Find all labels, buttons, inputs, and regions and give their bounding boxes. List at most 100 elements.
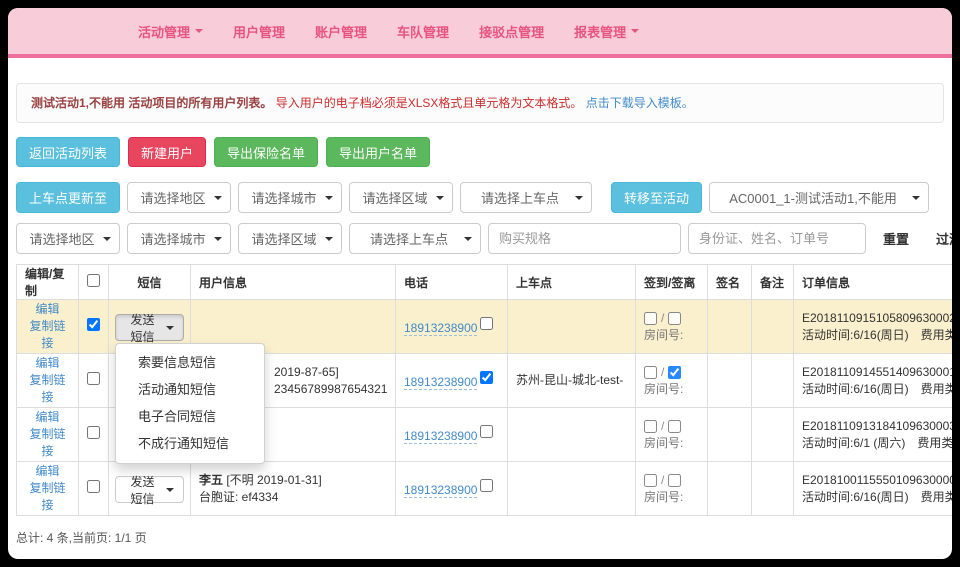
phone-checkbox[interactable] <box>480 425 493 438</box>
phone-link[interactable]: 18913238900 <box>404 429 477 444</box>
order-number: E20181109131841096300031 <box>802 418 952 435</box>
remark-cell <box>752 354 794 408</box>
order-detail: 活动时间:6/16(周日) 费用类型 <box>802 489 952 506</box>
caret-down-icon <box>166 326 174 330</box>
checkin-checkbox[interactable] <box>644 474 657 487</box>
filter-region-select[interactable]: 请选择地区 <box>16 223 120 254</box>
menu-item-econtract-sms[interactable]: 电子合同短信 <box>116 404 264 431</box>
send-sms-button[interactable]: 发送短信 <box>115 476 184 503</box>
edit-link[interactable]: 编辑 <box>25 409 70 426</box>
send-sms-button[interactable]: 发送短信 <box>115 314 184 341</box>
phone-checkbox[interactable] <box>480 317 493 330</box>
info-alert: 测试活动1,不能用 活动项目的所有用户列表。 导入用户的电子档必须是XLSX格式… <box>16 83 944 123</box>
reset-button[interactable]: 重置 <box>873 223 919 254</box>
menu-item-request-info-sms[interactable]: 索要信息短信 <box>116 350 264 377</box>
remark-cell <box>752 462 794 516</box>
filter-button[interactable]: 过滤 <box>926 223 952 254</box>
copy-link[interactable]: 复制链接 <box>25 480 70 514</box>
caret-down-icon <box>912 196 920 200</box>
transfer-to-activity-button[interactable]: 转移至活动 <box>611 182 702 213</box>
sms-dropdown-menu: 索要信息短信 活动通知短信 电子合同短信 不成行通知短信 <box>115 343 265 464</box>
caret-down-icon <box>631 29 639 33</box>
alert-title: 测试活动1,不能用 活动项目的所有用户列表。 <box>31 96 272 110</box>
boarding-point-cell: 苏州-昆山-城北-test- <box>508 354 636 408</box>
room-number-label: 房间号: <box>644 327 699 344</box>
header-user-info: 用户信息 <box>191 265 396 300</box>
checkin-checkbox[interactable] <box>644 420 657 433</box>
filter-district-select[interactable]: 请选择区域 <box>238 223 342 254</box>
signature-cell <box>708 354 752 408</box>
row-checkbox[interactable] <box>87 318 100 331</box>
caret-down-icon <box>103 237 111 241</box>
update-boarding-point-button[interactable]: 上车点更新至 <box>16 182 120 213</box>
header-edit-copy: 编辑/复制 <box>17 265 79 300</box>
row-checkbox[interactable] <box>87 480 100 493</box>
row-checkbox[interactable] <box>87 426 100 439</box>
new-user-button[interactable]: 新建用户 <box>128 137 206 167</box>
copy-link[interactable]: 复制链接 <box>25 318 70 352</box>
purchase-spec-input[interactable] <box>488 223 681 254</box>
copy-link[interactable]: 复制链接 <box>25 426 70 460</box>
back-to-activity-list-button[interactable]: 返回活动列表 <box>16 137 120 167</box>
target-activity-select[interactable]: AC0001_1-测试活动1,不能用 <box>709 182 929 213</box>
table-row: 编辑复制链接 发送短信 李五 [不明 2019-01-31]台胞证: ef433… <box>17 462 953 516</box>
checkout-checkbox[interactable] <box>668 366 681 379</box>
table-header-row: 编辑/复制 短信 用户信息 电话 上车点 签到/签离 签名 备注 订单信息 <box>17 265 953 300</box>
boarding-update-bar: 上车点更新至 请选择地区 请选择城市 请选择区域 请选择上车点 转移至活动 AC… <box>16 182 952 213</box>
download-template-link[interactable]: 点击下载导入模板。 <box>586 96 694 110</box>
phone-link[interactable]: 18913238900 <box>404 321 477 336</box>
region-select[interactable]: 请选择地区 <box>127 182 231 213</box>
room-number-label: 房间号: <box>644 435 699 452</box>
header-phone: 电话 <box>396 265 508 300</box>
checkout-checkbox[interactable] <box>668 312 681 325</box>
phone-link[interactable]: 18913238900 <box>404 483 477 498</box>
caret-down-icon <box>195 29 203 33</box>
pagination-summary: 总计: 4 条,当前页: 1/1 页 <box>16 516 952 559</box>
boarding-point-cell <box>508 408 636 462</box>
remark-cell <box>752 300 794 354</box>
nav-fleet-management[interactable]: 车队管理 <box>397 22 449 41</box>
nav-user-management[interactable]: 用户管理 <box>233 22 285 41</box>
app-window: 活动管理 用户管理 账户管理 车队管理 接驳点管理 报表管理 测试活动1,不能用… <box>8 8 952 559</box>
header-signature: 签名 <box>708 265 752 300</box>
checkin-checkbox[interactable] <box>644 366 657 379</box>
menu-item-cancel-notice-sms[interactable]: 不成行通知短信 <box>116 431 264 458</box>
filter-bar: 请选择地区 请选择城市 请选择区域 请选择上车点 重置 过滤 <box>16 223 952 254</box>
boarding-point-select[interactable]: 请选择上车点 <box>460 182 592 213</box>
copy-link[interactable]: 复制链接 <box>25 372 70 406</box>
edit-link[interactable]: 编辑 <box>25 301 70 318</box>
caret-down-icon <box>325 196 333 200</box>
menu-item-activity-notice-sms[interactable]: 活动通知短信 <box>116 377 264 404</box>
search-input[interactable] <box>688 223 866 254</box>
nav-account-management[interactable]: 账户管理 <box>315 22 367 41</box>
export-users-button[interactable]: 导出用户名单 <box>326 137 430 167</box>
order-number: E20181109151058096300025 <box>802 310 952 327</box>
phone-checkbox[interactable] <box>480 371 493 384</box>
edit-link[interactable]: 编辑 <box>25 355 70 372</box>
nav-report-management[interactable]: 报表管理 <box>574 22 639 41</box>
user-info: 李五 [不明 2019-01-31]台胞证: ef4334 <box>199 472 387 506</box>
phone-link[interactable]: 18913238900 <box>404 375 477 390</box>
checkout-checkbox[interactable] <box>668 474 681 487</box>
district-select[interactable]: 请选择区域 <box>349 182 453 213</box>
select-all-checkbox[interactable] <box>87 274 100 287</box>
filter-city-select[interactable]: 请选择城市 <box>127 223 231 254</box>
header-boarding-point: 上车点 <box>508 265 636 300</box>
checkout-checkbox[interactable] <box>668 420 681 433</box>
row-checkbox[interactable] <box>87 372 100 385</box>
signature-cell <box>708 300 752 354</box>
top-navbar: 活动管理 用户管理 账户管理 车队管理 接驳点管理 报表管理 <box>8 8 952 58</box>
phone-checkbox[interactable] <box>480 479 493 492</box>
edit-link[interactable]: 编辑 <box>25 463 70 480</box>
filter-boarding-point-select[interactable]: 请选择上车点 <box>349 223 481 254</box>
nav-activity-management[interactable]: 活动管理 <box>138 22 203 41</box>
checkin-checkbox[interactable] <box>644 312 657 325</box>
nav-shuttle-point-management[interactable]: 接驳点管理 <box>479 22 544 41</box>
caret-down-icon <box>464 237 472 241</box>
header-remark: 备注 <box>752 265 794 300</box>
caret-down-icon <box>214 237 222 241</box>
boarding-point-cell <box>508 462 636 516</box>
city-select[interactable]: 请选择城市 <box>238 182 342 213</box>
signature-cell <box>708 462 752 516</box>
export-insurance-button[interactable]: 导出保险名单 <box>214 137 318 167</box>
